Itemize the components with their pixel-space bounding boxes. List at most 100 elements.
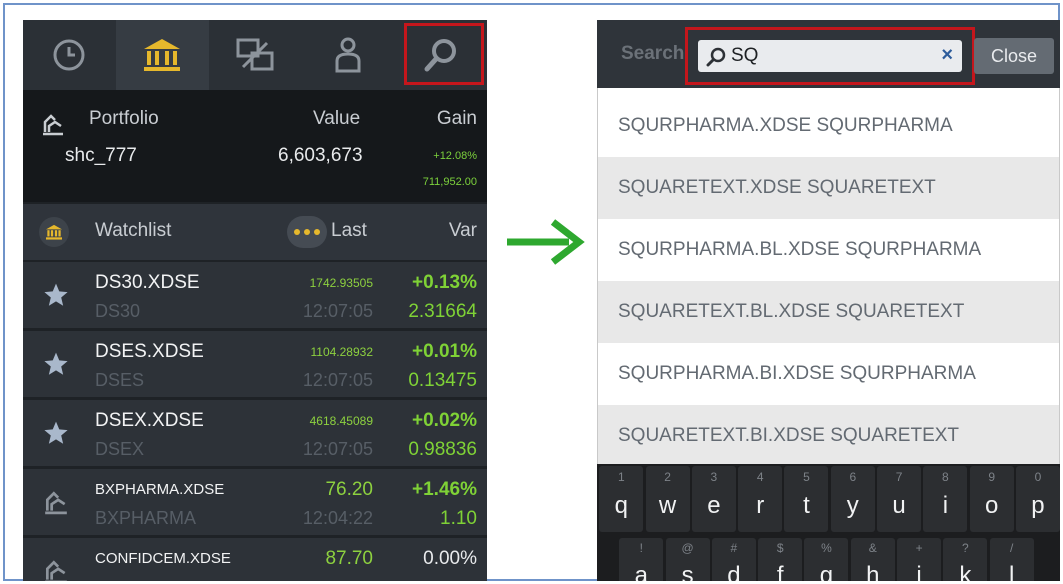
transition-arrow-icon (507, 219, 585, 265)
key-s[interactable]: @ s (665, 538, 710, 581)
bank-icon (144, 39, 181, 71)
row-pct: +0.01% (412, 341, 477, 362)
watchlist-title: Watchlist (95, 220, 172, 241)
row-symbol: CONFIDCEM.XDSE (95, 550, 231, 567)
key-secondary-label: 2 (664, 470, 671, 484)
key-label: h (866, 562, 880, 581)
key-secondary-label: & (868, 541, 877, 555)
key-d[interactable]: # d (711, 538, 756, 581)
key-label: o (984, 492, 999, 519)
row-pct: +1.46% (412, 479, 477, 500)
key-secondary-label: 8 (942, 470, 949, 484)
search-results-list: SQURPHARMA.XDSE SQURPHARMA SQUARETEXT.XD… (597, 88, 1060, 464)
key-label: k (959, 562, 972, 581)
key-f[interactable]: $ f (758, 538, 803, 581)
key-label: u (892, 492, 906, 519)
table-row[interactable]: DS30.XDSE DS30 1742.93505 12:07:05 +0.13… (23, 262, 487, 328)
key-i[interactable]: 8i (923, 466, 968, 532)
key-secondary-label: # (730, 541, 738, 555)
key-label: y (846, 492, 859, 519)
row-last: 4618.45089 (309, 414, 373, 428)
row-name: DSES (95, 370, 145, 390)
key-secondary-label: / (1010, 541, 1014, 555)
key-label: q (614, 492, 628, 519)
row-time: 12:04:22 (302, 508, 373, 528)
key-secondary-label: 3 (710, 470, 718, 484)
key-label: d (727, 562, 741, 581)
key-g[interactable]: % g (804, 538, 849, 581)
key-label: s (681, 562, 694, 581)
row-symbol: BXPHARMA.XDSE (95, 481, 225, 498)
key-label: j (916, 562, 922, 581)
watchlist-badge[interactable] (39, 217, 69, 247)
key-label: t (803, 492, 810, 519)
key-secondary-label: % (821, 541, 832, 555)
row-name: DS30 (95, 301, 141, 321)
more-options-icon[interactable] (287, 216, 327, 248)
list-item[interactable]: SQUARETEXT.BL.XDSE SQUARETEXT (598, 281, 1059, 343)
tab-resize[interactable] (209, 20, 302, 90)
portfolio-gain-pct: +12.08% (433, 150, 477, 162)
row-change: 2.31664 (408, 301, 477, 322)
key-w[interactable]: 2w (645, 466, 690, 532)
value-header: Value (313, 108, 361, 129)
key-k[interactable]: ? k (943, 538, 988, 581)
tab-profile[interactable] (301, 20, 394, 90)
tab-markets[interactable] (115, 20, 209, 90)
key-y[interactable]: 6y (830, 466, 875, 532)
key-secondary-label: ? (962, 541, 969, 555)
onscreen-keyboard: 1q2w3e4r5t6y7u8i9o0p ! a @ s # d $ f% g & h + j? k / l (597, 464, 1060, 581)
var-header: Var (448, 220, 477, 241)
tab-history[interactable] (23, 20, 116, 90)
row-symbol: DSEX.XDSE (95, 410, 204, 431)
table-row[interactable]: DSES.XDSE DSES 1104.28932 12:07:05 +0.01… (23, 331, 487, 397)
key-label: p (1031, 492, 1045, 519)
row-last: 87.70 (325, 548, 373, 569)
row-symbol: DSES.XDSE (95, 341, 204, 362)
table-row[interactable]: DSEX.XDSE DSEX 4618.45089 12:07:05 +0.02… (23, 400, 487, 466)
key-j[interactable]: + j (897, 538, 942, 581)
key-label: l (1009, 562, 1015, 581)
key-label: r (756, 492, 765, 519)
key-label: f (776, 562, 784, 581)
resize-icon (236, 38, 274, 71)
key-secondary-label: 7 (895, 470, 903, 484)
key-secondary-label: $ (776, 541, 784, 555)
table-row[interactable]: BXPHARMA.XDSE BXPHARMA 76.20 12:04:22 +1… (23, 469, 487, 535)
key-o[interactable]: 9o (969, 466, 1014, 532)
clock-icon (53, 39, 85, 71)
key-secondary-label: 6 (849, 470, 857, 484)
key-l[interactable]: / l (989, 538, 1034, 581)
key-a[interactable]: ! a (619, 538, 664, 581)
key-r[interactable]: 4r (738, 466, 783, 532)
key-u[interactable]: 7u (877, 466, 922, 532)
key-t[interactable]: 5t (784, 466, 829, 532)
close-button[interactable]: Close (974, 38, 1054, 74)
row-name: BXPHARMA (95, 508, 197, 528)
key-q[interactable]: 1q (599, 466, 644, 532)
row-last: 76.20 (325, 479, 373, 500)
list-item[interactable]: SQURPHARMA.BI.XDSE SQURPHARMA (598, 343, 1059, 405)
row-pct: +0.13% (412, 272, 477, 293)
list-item[interactable]: SQUARETEXT.BI.XDSE SQUARETEXT (598, 405, 1059, 464)
row-time: 12:07:05 (302, 370, 373, 390)
portfolio-gain-abs: 711,952.00 (422, 176, 477, 188)
portfolio-icon (45, 491, 67, 515)
row-change: 0.13475 (408, 370, 477, 391)
list-item[interactable]: SQURPHARMA.BL.XDSE SQURPHARMA (598, 219, 1059, 281)
row-name: DSEX (95, 439, 145, 459)
row-time: 12:07:05 (302, 439, 373, 459)
key-h[interactable]: & h (850, 538, 895, 581)
portfolio-icon (43, 114, 63, 136)
key-e[interactable]: 3e (691, 466, 736, 532)
key-secondary-label: 1 (617, 470, 625, 484)
key-p[interactable]: 0p (1015, 466, 1060, 532)
last-header: Last (331, 220, 367, 241)
search-tab-highlight (404, 23, 484, 85)
portfolio-summary[interactable]: Portfolio Value Gain shc_777 6,603,673 +… (23, 90, 487, 202)
list-item[interactable]: SQURPHARMA.XDSE SQURPHARMA (598, 95, 1059, 157)
portfolio-value: 6,603,673 (278, 145, 363, 166)
list-item[interactable]: SQUARETEXT.XDSE SQUARETEXT (598, 157, 1059, 219)
portfolio-label: Portfolio (89, 108, 159, 129)
table-row[interactable]: CONFIDCEM.XDSE 87.70 0.00% (23, 538, 487, 581)
